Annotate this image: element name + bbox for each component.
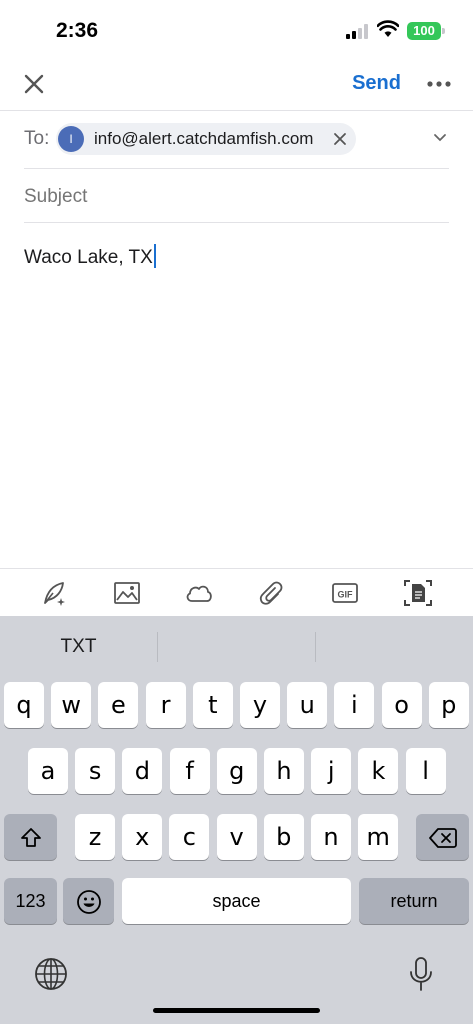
key-e[interactable]: e — [98, 682, 139, 728]
suggestion-2[interactable] — [158, 616, 315, 678]
key-h[interactable]: h — [264, 748, 304, 794]
key-t[interactable]: t — [192, 682, 233, 728]
backspace-icon — [428, 828, 457, 848]
chevron-down-icon[interactable] — [433, 133, 447, 143]
key-x[interactable]: x — [122, 814, 163, 860]
key-y[interactable]: y — [240, 682, 280, 728]
message-body-field[interactable]: Waco Lake, TX — [24, 244, 444, 544]
key-b[interactable]: b — [263, 814, 304, 860]
close-icon[interactable] — [18, 68, 50, 100]
keyboard: TXT 123 space return qwertyuiop asdfg h j… — [0, 616, 473, 1024]
cellular-signal-icon — [346, 24, 370, 39]
key-u[interactable]: u — [287, 682, 328, 728]
key-k[interactable]: k — [358, 748, 399, 794]
to-divider — [24, 168, 449, 169]
header-divider — [0, 110, 473, 111]
delete-key[interactable] — [416, 814, 469, 860]
to-label: To: — [24, 128, 50, 149]
image-icon[interactable] — [111, 578, 143, 608]
home-indicator — [153, 1008, 320, 1013]
recipient-chip[interactable]: I info@alert.catchdamfish.com — [56, 123, 356, 155]
shift-key[interactable] — [4, 814, 57, 860]
message-body-text: Waco Lake, TX — [24, 247, 153, 268]
gif-icon: GIF — [332, 583, 358, 603]
status-bar: 2:36 100 — [0, 0, 473, 56]
return-key[interactable]: return — [359, 878, 469, 924]
battery-indicator: 100 — [407, 22, 445, 40]
key-r[interactable]: r — [145, 682, 186, 728]
gif-label: GIF — [338, 590, 354, 600]
globe-icon[interactable] — [33, 956, 69, 992]
key-w[interactable]: w — [51, 682, 92, 728]
microphone-icon[interactable] — [408, 956, 434, 992]
subject-field[interactable] — [24, 184, 444, 210]
key-g[interactable]: g — [216, 748, 257, 794]
numbers-key[interactable]: 123 — [4, 878, 57, 924]
document-scan-icon[interactable] — [402, 578, 434, 608]
key-c[interactable]: c — [169, 814, 210, 860]
key-j[interactable]: j — [311, 748, 352, 794]
recipient-email: info@alert.catchdamfish.com — [94, 129, 314, 148]
key-d[interactable]: d — [122, 748, 163, 794]
key-a[interactable]: a — [28, 748, 68, 794]
compose-assist-icon[interactable] — [38, 578, 70, 608]
gif-button[interactable]: GIF — [329, 578, 361, 608]
status-time: 2:36 — [56, 19, 99, 42]
space-key[interactable]: space — [122, 878, 351, 924]
key-l[interactable]: l — [405, 748, 446, 794]
suggestion-1[interactable]: TXT — [0, 616, 157, 678]
send-button[interactable]: Send — [352, 72, 401, 95]
key-q[interactable]: q — [4, 682, 44, 728]
wifi-icon — [377, 20, 399, 37]
key-i[interactable]: i — [334, 682, 375, 728]
recipient-avatar: I — [58, 126, 84, 152]
text-cursor — [153, 244, 156, 268]
suggestion-3[interactable] — [316, 616, 473, 678]
key-m[interactable]: m — [358, 814, 399, 860]
subject-divider — [24, 222, 449, 223]
key-v[interactable]: v — [216, 814, 257, 860]
more-options-icon[interactable] — [425, 72, 453, 96]
format-toolbar: GIF — [0, 568, 473, 616]
cloud-icon[interactable] — [183, 578, 215, 608]
key-z[interactable]: z — [75, 814, 115, 860]
key-f[interactable]: f — [169, 748, 210, 794]
remove-recipient-icon[interactable] — [332, 131, 348, 147]
emoji-icon — [76, 890, 101, 914]
paperclip-icon[interactable] — [256, 578, 288, 608]
key-n[interactable]: n — [311, 814, 351, 860]
emoji-key[interactable] — [63, 878, 114, 924]
key-s[interactable]: s — [75, 748, 116, 794]
shift-icon — [20, 828, 41, 847]
key-p[interactable]: p — [428, 682, 469, 728]
key-o[interactable]: o — [381, 682, 422, 728]
